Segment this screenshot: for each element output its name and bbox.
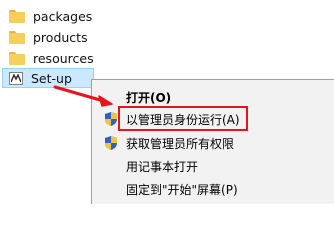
menu-item-take-ownership[interactable]: 获取管理员所有权限 <box>92 132 334 154</box>
menu-item-label: 获取管理员所有权限 <box>126 136 235 151</box>
folder-icon <box>9 9 25 23</box>
file-name: Set-up <box>31 70 72 86</box>
setup-app-icon <box>9 71 23 85</box>
file-name: products <box>33 29 88 45</box>
menu-item-label: 以管理员身份运行(A) <box>126 112 240 127</box>
menu-item-open[interactable]: 打开(O) <box>92 86 334 108</box>
menu-item-pin-to-start[interactable]: 固定到"开始"屏幕(P) <box>92 178 334 200</box>
folder-icon <box>9 30 25 44</box>
menu-item-partial[interactable] <box>92 200 334 204</box>
uac-shield-icon <box>103 111 119 127</box>
uac-shield-icon <box>103 203 119 204</box>
explorer-window: packages products resources Set-up 打开(O) <box>0 0 334 204</box>
uac-shield-icon <box>103 135 119 151</box>
menu-item-run-as-admin[interactable]: 以管理员身份运行(A) <box>92 108 334 130</box>
context-menu: 打开(O) 以管理员身份运行(A) 获取管理员所有权限 用记事本打开 固定到"开… <box>91 79 334 204</box>
file-item-resources[interactable]: resources <box>9 48 94 68</box>
folder-icon <box>9 51 25 65</box>
file-name: packages <box>33 8 93 24</box>
menu-item-open-with-notepad[interactable]: 用记事本打开 <box>92 155 334 177</box>
file-name: resources <box>33 50 94 66</box>
file-item-products[interactable]: products <box>9 27 88 47</box>
menu-item-label: 用记事本打开 <box>126 159 199 174</box>
file-item-setup[interactable]: Set-up <box>2 68 94 88</box>
menu-item-label: 打开(O) <box>126 90 172 105</box>
file-item-packages[interactable]: packages <box>9 6 92 26</box>
menu-item-label: 固定到"开始"屏幕(P) <box>126 182 238 197</box>
